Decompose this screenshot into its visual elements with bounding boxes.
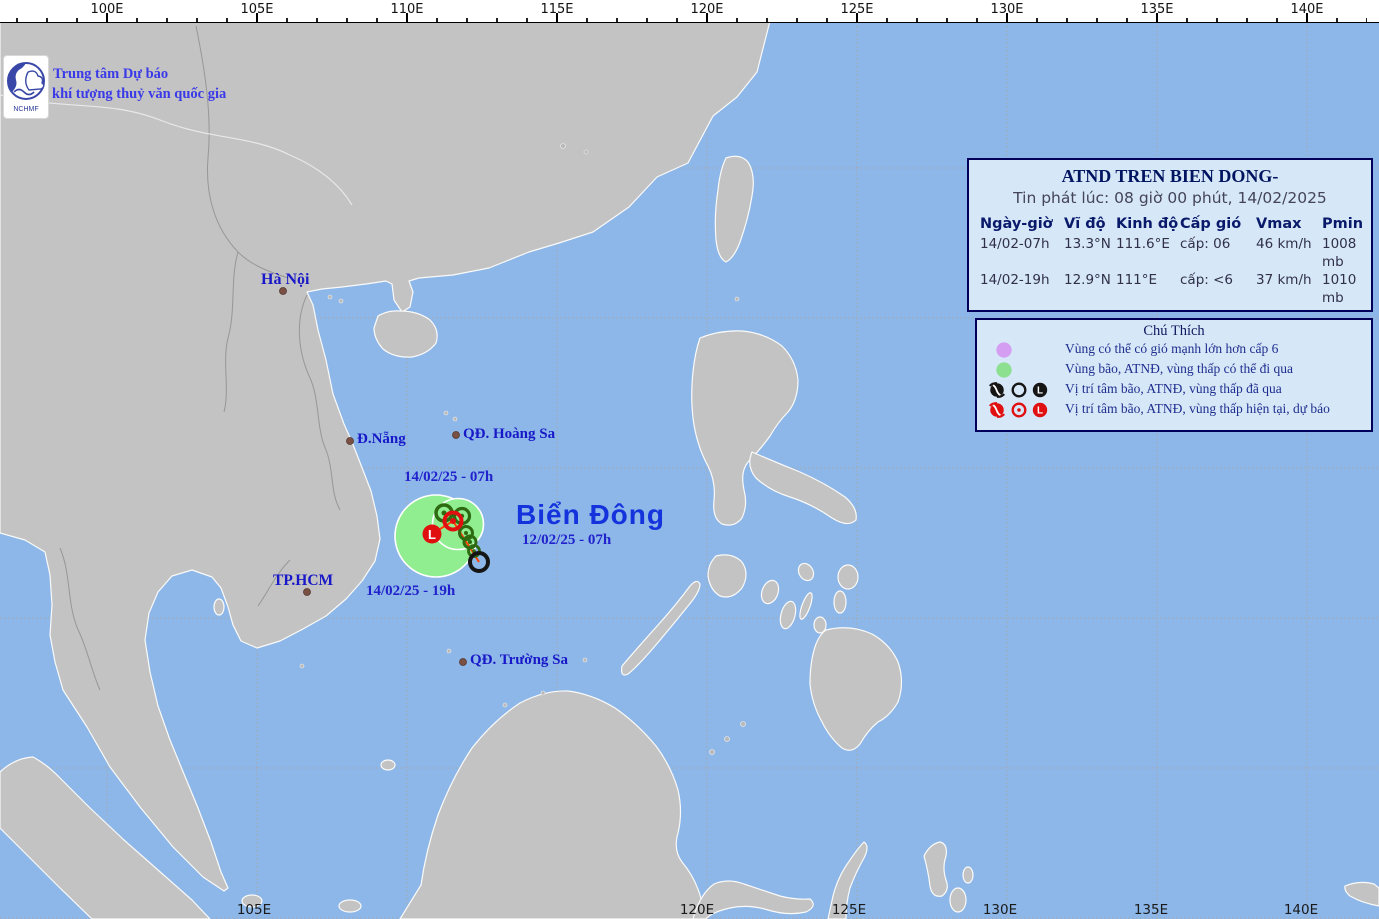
legend-item: Vùng có thể có gió mạnh lớn hơn cấp 6 bbox=[977, 340, 1371, 360]
axis-label-top: 135E bbox=[1137, 2, 1177, 17]
cell: 13.3°N bbox=[1064, 235, 1116, 271]
cell: 1010 mb bbox=[1322, 271, 1372, 307]
axis-label-top: 110E bbox=[387, 2, 427, 17]
label-hcm: TP.HCM bbox=[273, 572, 333, 590]
bulletin-table: Ngày-giờ Vĩ độ Kinh độ Cấp gió Vmax Pmin… bbox=[980, 213, 1371, 307]
morotai-island bbox=[963, 867, 973, 883]
cell: 111.6°E bbox=[1116, 235, 1180, 271]
bulletin-table-row: 14/02-07h 13.3°N 111.6°E cấp: 06 46 km/h… bbox=[980, 235, 1371, 271]
col-header: Vmax bbox=[1256, 213, 1322, 235]
depression-current-ring-icon bbox=[1010, 401, 1028, 419]
bulletin-box: ATND TREN BIEN DONG- Tin phát lúc: 08 gi… bbox=[967, 158, 1373, 312]
nchmf-logo-emblem: NCHMF bbox=[4, 56, 48, 118]
label-hanoi: Hà Nội bbox=[261, 271, 309, 289]
org-name-line1: Trung tâm Dự báo bbox=[53, 66, 168, 83]
col-header: Ngày-giờ bbox=[980, 213, 1064, 235]
mindoro-island bbox=[708, 555, 746, 597]
cell: 14/02-19h bbox=[980, 271, 1064, 307]
bulletin-table-row: 14/02-19h 12.9°N 111°E cấp: <6 37 km/h 1… bbox=[980, 271, 1371, 307]
legend-box: Chú Thích Vùng có thể có gió mạnh lớn hơ… bbox=[975, 318, 1373, 432]
typhoon-current-icon bbox=[988, 401, 1006, 419]
belitung-island bbox=[339, 900, 361, 912]
cell: 37 km/h bbox=[1256, 271, 1322, 307]
axis-label-top: 105E bbox=[237, 2, 277, 17]
cell: cấp: 06 bbox=[1180, 235, 1256, 271]
axis-label-bottom: 125E bbox=[827, 902, 871, 918]
legend-item: L Vị trí tâm bão, ATNĐ, vùng thấp hiện t… bbox=[977, 400, 1371, 420]
cell: 12.9°N bbox=[1064, 271, 1116, 307]
bulletin-title: ATND TREN BIEN DONG- bbox=[969, 166, 1371, 187]
axis-label-top: 115E bbox=[537, 2, 577, 17]
timestamp-past: 12/02/25 - 07h bbox=[522, 532, 611, 549]
minor-ticks bbox=[0, 18, 1379, 22]
col-header: Vĩ độ bbox=[1064, 213, 1116, 235]
low-past-disc-icon: L bbox=[1031, 381, 1049, 399]
leyte-island bbox=[834, 591, 846, 613]
axis-label-bottom: 105E bbox=[232, 902, 276, 918]
halmahera-south-island bbox=[950, 888, 966, 912]
legend-item-label: Vùng có thể có gió mạnh lớn hơn cấp 6 bbox=[1065, 341, 1278, 357]
longitude-axis-top: 100E 105E 110E 115E 120E 125E 130E 135E … bbox=[0, 0, 1379, 23]
forecast-low-letter: L bbox=[428, 527, 436, 542]
legend-item-label: Vị trí tâm bão, ATNĐ, vùng thấp đã qua bbox=[1065, 381, 1282, 397]
low-current-disc-icon: L bbox=[1031, 401, 1049, 419]
danang-marker bbox=[347, 438, 354, 445]
axis-label-bottom: 140E bbox=[1279, 902, 1323, 918]
typhoon-past-icon bbox=[988, 381, 1006, 399]
phu-quoc-island bbox=[214, 599, 224, 615]
label-bien-dong: Biển Đông bbox=[516, 499, 665, 531]
hoangsa-marker bbox=[453, 432, 460, 439]
label-danang: Đ.Nẵng bbox=[357, 431, 406, 448]
cell: 46 km/h bbox=[1256, 235, 1322, 271]
natuna-island bbox=[381, 760, 395, 770]
axis-label-top: 100E bbox=[87, 2, 127, 17]
axis-label-bottom: 120E bbox=[675, 902, 719, 918]
axis-label-top: 120E bbox=[687, 2, 727, 17]
col-header: Pmin bbox=[1322, 213, 1372, 235]
org-name-line2: khí tượng thuỷ văn quốc gia bbox=[52, 86, 226, 103]
current-position-dot bbox=[450, 518, 456, 524]
label-hoang-sa: QĐ. Hoàng Sa bbox=[463, 426, 555, 443]
col-header: Cấp gió bbox=[1180, 213, 1256, 235]
axis-label-top: 125E bbox=[837, 2, 877, 17]
nchmf-storm-forecast-map: L 100E 105E 110E 115E 120E 125E 130E 135… bbox=[0, 0, 1379, 919]
timestamp-current: 14/02/25 - 07h bbox=[404, 469, 493, 486]
wind-area-circle-icon bbox=[995, 341, 1013, 359]
legend-item: Vùng bão, ATNĐ, vùng thấp có thể đi qua bbox=[977, 360, 1371, 380]
cell: cấp: <6 bbox=[1180, 271, 1256, 307]
truongsa-marker bbox=[460, 659, 467, 666]
legend-item-label: Vùng bão, ATNĐ, vùng thấp có thể đi qua bbox=[1065, 361, 1293, 377]
nchmf-logo: NCHMF bbox=[3, 55, 49, 119]
col-header: Kinh độ bbox=[1116, 213, 1180, 235]
axis-label-bottom: 135E bbox=[1129, 902, 1173, 918]
bulletin-table-header: Ngày-giờ Vĩ độ Kinh độ Cấp gió Vmax Pmin bbox=[980, 213, 1371, 235]
axis-label-bottom: 130E bbox=[978, 902, 1022, 918]
timestamp-forecast: 14/02/25 - 19h bbox=[366, 583, 455, 600]
cell: 111°E bbox=[1116, 271, 1180, 307]
label-truong-sa: QĐ. Trường Sa bbox=[470, 652, 568, 669]
axis-label-top: 130E bbox=[987, 2, 1027, 17]
axis-label-top: 140E bbox=[1287, 2, 1327, 17]
cell: 1008 mb bbox=[1322, 235, 1372, 271]
low-letter: L bbox=[1037, 406, 1043, 417]
depression-past-ring-icon bbox=[1010, 381, 1028, 399]
samar-island bbox=[838, 565, 858, 589]
cell: 14/02-07h bbox=[980, 235, 1064, 271]
legend-title: Chú Thích bbox=[977, 323, 1371, 340]
low-letter: L bbox=[1037, 386, 1043, 397]
legend-item: L Vị trí tâm bão, ATNĐ, vùng thấp đã qua bbox=[977, 380, 1371, 400]
storm-pass-area-circle-icon bbox=[995, 361, 1013, 379]
nchmf-logo-caption: NCHMF bbox=[13, 106, 38, 113]
legend-item-label: Vị trí tâm bão, ATNĐ, vùng thấp hiện tại… bbox=[1065, 401, 1330, 417]
bulletin-issued-time: Tin phát lúc: 08 giờ 00 phút, 14/02/2025 bbox=[969, 189, 1371, 207]
basemap: L bbox=[0, 0, 1379, 919]
